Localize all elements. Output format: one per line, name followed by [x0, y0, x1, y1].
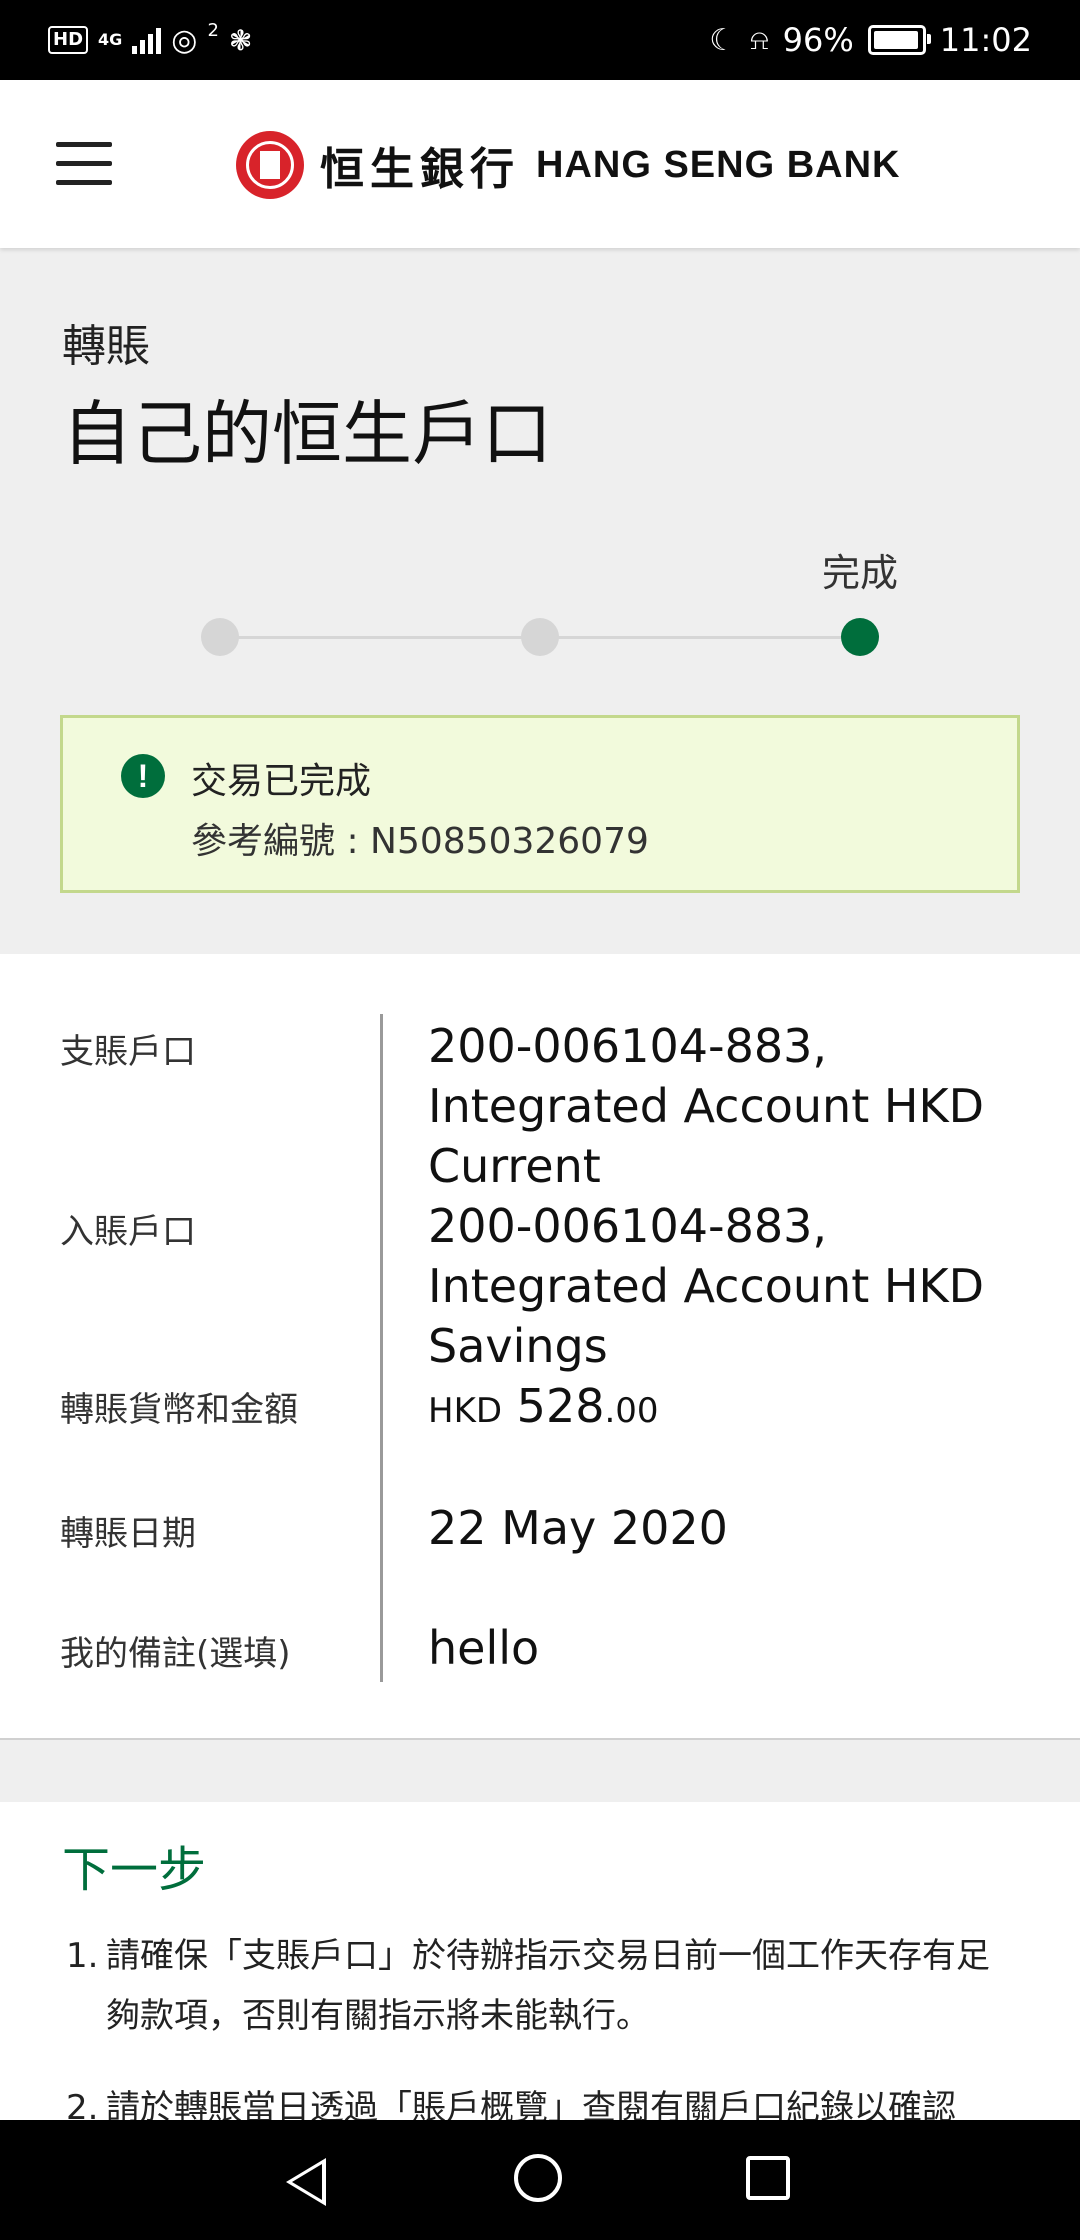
battery-percent: 96% — [782, 21, 854, 59]
recent-apps-icon[interactable] — [746, 2156, 790, 2200]
transfer-details: 支賬戶口 200-006104-883, Integrated Account … — [0, 954, 1080, 1740]
bank-logo[interactable]: 恒生銀行 HANG SENG BANK — [236, 130, 900, 200]
step-dot-1 — [201, 618, 239, 656]
status-right: ☾ ⍾ 96% 11:02 — [709, 16, 1032, 64]
list-item-text: 請於轉賬當日透過「賬戶概覽」查閱有關戶口紀錄以確認 — [106, 2088, 956, 2120]
network-type: 4G — [98, 30, 123, 49]
bell-muted-icon: ⍾ — [750, 23, 769, 56]
moon-icon: ☾ — [709, 22, 737, 58]
hotspot-count: 2 — [207, 19, 219, 41]
amount-decimal: .00 — [604, 1391, 659, 1431]
amount-currency: HKD — [428, 1391, 503, 1431]
details-divider — [380, 1014, 383, 1682]
reference-number: 參考編號 : N50850326079 — [191, 821, 649, 862]
home-icon[interactable] — [514, 2154, 562, 2202]
list-item: 1. 請確保「支賬戶口」於待辦指示交易日前一個工作天存有足夠款項，否則有關指示將… — [62, 1926, 1022, 2046]
remark-value: hello — [428, 1621, 540, 1675]
step-dot-3 — [841, 618, 879, 656]
alert-title: 交易已完成 — [191, 761, 372, 802]
list-item-text: 請確保「支賬戶口」於待辦指示交易日前一個工作天存有足夠款項，否則有關指示將未能執… — [106, 1936, 990, 2036]
hotspot-icon: ◎ — [171, 22, 198, 58]
clock: 11:02 — [939, 21, 1032, 59]
system-nav-bar — [0, 2120, 1080, 2240]
remark-label: 我的備註(選填) — [60, 1634, 291, 1674]
amount-value: HKD 528.00 — [428, 1376, 1048, 1441]
next-steps-list: 1. 請確保「支賬戶口」於待辦指示交易日前一個工作天存有足夠款項，否則有關指示將… — [62, 1926, 1022, 2120]
exclamation-circle-icon: ! — [121, 754, 165, 798]
menu-icon[interactable] — [56, 142, 112, 186]
from-account-value: 200-006104-883, Integrated Account HKD C… — [428, 1019, 985, 1193]
logo-chinese-name: 恒生銀行 — [320, 144, 520, 195]
amount-label: 轉賬貨幣和金額 — [60, 1390, 298, 1430]
next-steps-section: 下一步 1. 請確保「支賬戶口」於待辦指示交易日前一個工作天存有足夠款項，否則有… — [0, 1802, 1080, 2120]
to-account-label: 入賬戶口 — [60, 1212, 196, 1252]
logo-english-name: HANG SENG BANK — [536, 143, 901, 186]
list-item-number: 2. — [66, 2088, 99, 2120]
transfer-summary-header: 轉賬 自己的恒生戶口 完成 ! 交易已完成 參考編號 : N5085032607… — [0, 248, 1080, 954]
list-item: 2. 請於轉賬當日透過「賬戶概覽」查閱有關戶口紀錄以確認 — [62, 2078, 1022, 2120]
step-label-complete: 完成 — [822, 551, 899, 595]
section-spacer — [0, 1740, 1080, 1802]
step-dot-2 — [521, 618, 559, 656]
app-notification-icon: ❃ — [228, 23, 253, 57]
status-bar: HD 4G ◎ 2 ❃ ☾ ⍾ 96% 11:02 — [0, 0, 1080, 80]
hd-icon: HD — [48, 26, 89, 54]
from-account-label: 支賬戶口 — [60, 1032, 196, 1072]
amount-integer: 528 — [516, 1379, 605, 1433]
back-icon-inner — [292, 2164, 322, 2200]
next-steps-title: 下一步 — [62, 1842, 207, 1898]
date-label: 轉賬日期 — [60, 1514, 196, 1554]
date-value: 22 May 2020 — [428, 1501, 728, 1555]
list-item-number: 1. — [66, 1936, 99, 1976]
signal-icon — [132, 26, 162, 54]
to-account-value: 200-006104-883, Integrated Account HKD S… — [428, 1199, 985, 1373]
status-left: HD 4G ◎ 2 ❃ — [48, 20, 252, 60]
success-alert: ! 交易已完成 參考編號 : N50850326079 — [60, 715, 1020, 893]
page-title: 自己的恒生戶口 — [62, 393, 552, 475]
battery-icon — [867, 25, 931, 55]
breadcrumb: 轉賬 — [62, 321, 150, 372]
app-header: 恒生銀行 HANG SENG BANK — [0, 80, 1080, 248]
hang-seng-logo-icon — [236, 131, 304, 199]
